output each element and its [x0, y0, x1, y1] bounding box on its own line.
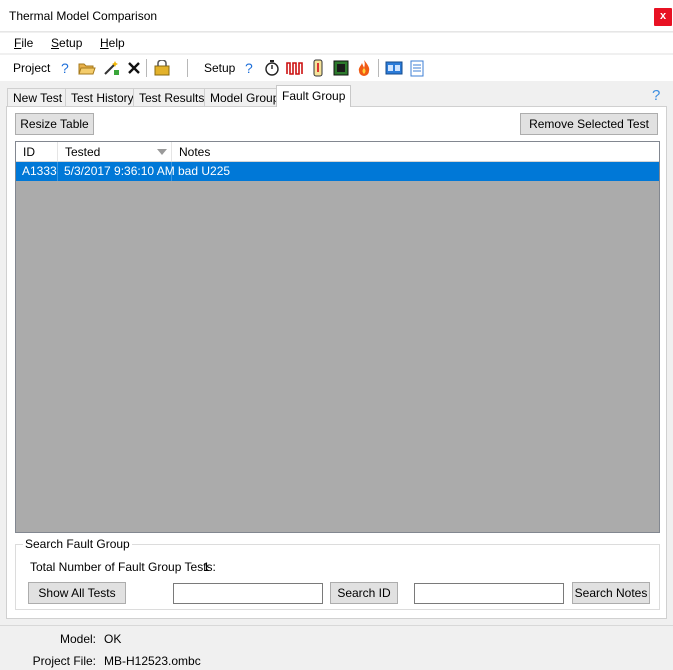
tab-fault-group[interactable]: Fault Group	[276, 85, 352, 107]
table-header: ID Tested Notes	[16, 142, 659, 162]
menu-setup[interactable]: Setup	[51, 36, 82, 50]
search-fault-group: Search Fault Group Total Number of Fault…	[15, 537, 660, 610]
cell-tested: 5/3/2017 9:36:10 AM	[58, 162, 175, 181]
table-row[interactable]: A1333 5/3/2017 9:36:10 AM bad U225	[16, 162, 659, 181]
svg-text:?: ?	[61, 60, 69, 76]
menu-bar: File Setup Help	[0, 33, 673, 53]
search-notes-button[interactable]: Search Notes	[572, 582, 650, 604]
project-help-icon[interactable]: ?	[56, 59, 74, 77]
setup-help-icon[interactable]: ?	[240, 59, 258, 77]
fault-group-table[interactable]: ID Tested Notes A1333 5/3/2017 9:36:10 A…	[15, 141, 660, 533]
toolbar-project-label: Project	[13, 61, 51, 75]
cell-notes: bad U225	[178, 164, 231, 178]
waveform-icon[interactable]	[286, 59, 304, 77]
flame-icon[interactable]	[355, 59, 373, 77]
panel-icon[interactable]	[385, 59, 403, 77]
chip-icon[interactable]	[332, 59, 350, 77]
search-id-input[interactable]	[173, 583, 323, 604]
open-folder-icon[interactable]	[78, 59, 96, 77]
project-file-value: MB-H12523.ombc	[104, 654, 201, 668]
window-title: Thermal Model Comparison	[9, 9, 158, 23]
menu-file[interactable]: File	[14, 36, 33, 50]
status-bar: Model: OK Project File: MB-H12523.ombc	[0, 625, 673, 670]
lock-key-icon[interactable]	[153, 59, 171, 77]
model-status-label: Model:	[59, 632, 96, 646]
search-group-title: Search Fault Group	[23, 537, 132, 551]
tab-new-test[interactable]: New Test	[7, 88, 69, 107]
notepad-icon[interactable]	[408, 59, 426, 77]
model-status-value: OK	[104, 632, 122, 646]
title-bar: Thermal Model Comparison x	[0, 0, 673, 32]
toolbar: Project ? Setup ?	[0, 55, 673, 81]
project-file-label: Project File:	[32, 654, 96, 668]
resize-table-button[interactable]: Resize Table	[15, 113, 94, 135]
tab-strip: New Test Test History Test Results Model…	[0, 85, 673, 107]
tab-model-group[interactable]: Model Group	[204, 88, 286, 107]
svg-text:?: ?	[245, 60, 253, 76]
tab-test-results[interactable]: Test Results	[133, 88, 211, 107]
column-header-id[interactable]: ID	[16, 142, 58, 161]
fault-group-panel: Resize Table Remove Selected Test ID Tes…	[6, 106, 667, 619]
close-button[interactable]: x	[654, 8, 672, 26]
column-header-notes[interactable]: Notes	[172, 142, 659, 161]
toolbar-setup-label: Setup	[204, 61, 236, 75]
sort-descending-icon	[157, 149, 167, 155]
toolbar-separator	[378, 59, 379, 77]
column-header-tested-label: Tested	[65, 145, 101, 159]
total-tests-label: Total Number of Fault Group Tests:	[30, 560, 216, 574]
toolbar-separator	[187, 59, 188, 77]
help-icon[interactable]: ?	[650, 86, 664, 104]
search-id-button[interactable]: Search ID	[330, 582, 398, 604]
magic-wand-icon[interactable]	[102, 59, 120, 77]
svg-text:?: ?	[652, 87, 660, 102]
search-notes-input[interactable]	[414, 583, 564, 604]
cell-id: A1333	[16, 162, 58, 181]
show-all-tests-button[interactable]: Show All Tests	[28, 582, 126, 604]
stopwatch-icon[interactable]	[263, 59, 281, 77]
total-tests-value: 1	[203, 560, 210, 574]
toolbar-separator	[146, 59, 147, 77]
menu-help[interactable]: Help	[100, 36, 125, 50]
delete-x-icon[interactable]	[125, 59, 143, 77]
tab-test-history[interactable]: Test History	[65, 88, 140, 107]
remove-selected-test-button[interactable]: Remove Selected Test	[520, 113, 658, 135]
thermometer-icon[interactable]	[309, 59, 327, 77]
column-header-tested[interactable]: Tested	[58, 142, 172, 161]
